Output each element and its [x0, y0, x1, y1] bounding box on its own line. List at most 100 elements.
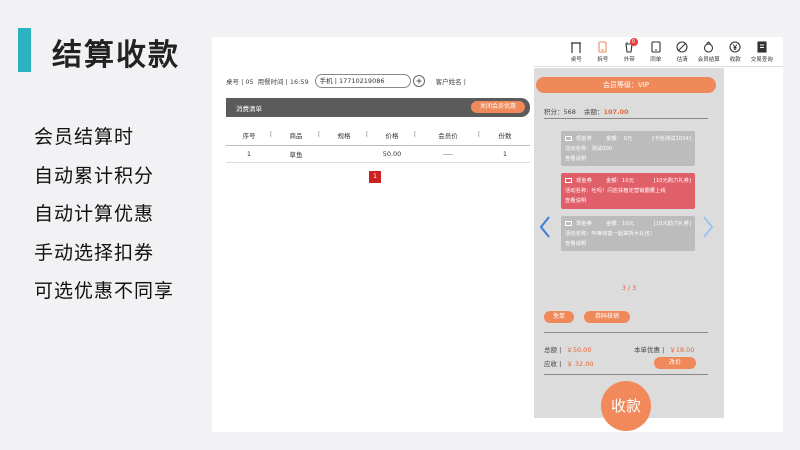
feature-list: 会员结算时 自动累计积分 自动计算优惠 手动选择扣券 可选优惠不同享 — [34, 118, 174, 311]
row-price: 50.00 — [382, 150, 402, 158]
yen-icon — [729, 40, 741, 54]
table-header-row: 序号 商品 规格 价格 会员价 份数 — [226, 128, 530, 146]
coupon-detail-link[interactable]: 查看说明 — [565, 239, 691, 249]
coupon-amount: 金额：10元 — [606, 178, 634, 184]
balance-value: 107.00 — [603, 108, 629, 116]
coupon-activity: 活动名称：呼唤钱盒一起来拆大礼包！ — [565, 231, 656, 237]
consumption-table: 序号 商品 规格 价格 会员价 份数 1 草鱼 50.00 ---- 1 — [226, 128, 530, 163]
coupon-activity: 活动名称：吐吗！闪店扶植定营销霸腰上线 — [565, 188, 666, 194]
coupon-verify-button[interactable]: 券码核销 — [584, 311, 630, 323]
member-panel: 会员等级：VIP 积分：568 余额：107.00 现金券 金额： 0元 [卡包测试… — [534, 68, 724, 431]
balance-label: 余额： — [584, 108, 604, 116]
top-toolbar: 桌号 拆号 0 外带 同单 估清 会员结算 收款 交易查询 — [563, 38, 775, 64]
toolbar-divider — [534, 66, 783, 67]
ticket-icon — [565, 178, 572, 183]
list-title: 消费清单 — [236, 105, 262, 113]
due-line: 应收 | ￥ 32.00 — [544, 358, 594, 368]
feature-item: 手动选择扣券 — [34, 241, 155, 264]
discount-value: ￥18.00 — [669, 346, 695, 354]
coupon-type: 现金券 — [576, 221, 592, 227]
points-text: 积分：568 — [544, 108, 576, 116]
coupon-type: 现金券 — [576, 178, 592, 184]
toolbar-member-checkout-button[interactable]: 会员结算 — [696, 38, 723, 64]
coupon-card[interactable]: 现金券 金额： 0元 [卡包测试1024] 活动名称：测试000 查看说明 — [561, 131, 695, 166]
coupon-next-button[interactable] — [702, 215, 714, 243]
ban-icon — [676, 40, 688, 54]
row-index: 1 — [246, 150, 252, 158]
dining-time: 用餐时间 | 16:59 — [257, 78, 309, 86]
title-accent-bar — [18, 28, 31, 72]
toolbar-label: 同单 — [650, 57, 662, 63]
phone-icon — [598, 40, 607, 54]
chevron-left-icon — [539, 216, 550, 238]
coupon-prev-button[interactable] — [539, 215, 551, 243]
toolbar-label: 估清 — [676, 57, 688, 63]
toolbar-label: 收款 — [729, 57, 741, 63]
discount-line: 本单优惠 | ￥18.00 — [634, 344, 694, 354]
toolbar-label: 外带 — [623, 57, 635, 63]
coupon-tag: [卡包测试1024] — [652, 136, 691, 142]
header-quantity: 份数 — [498, 132, 512, 140]
feature-item: 可选优惠不同享 — [34, 280, 175, 302]
row-product: 草鱼 — [289, 151, 303, 159]
divider — [544, 118, 708, 119]
toolbar-takeout-button[interactable]: 0 外带 — [616, 38, 643, 64]
header-index: 序号 — [226, 130, 273, 140]
row-member-price: ---- — [443, 150, 453, 158]
coupon-activity: 活动名称：测试000 — [565, 146, 613, 152]
discount-label: 本单优惠 | — [634, 346, 665, 354]
due-label: 应收 | — [544, 360, 562, 368]
toolbar-transaction-query-button[interactable]: 交易查询 — [749, 38, 776, 64]
page-number-button[interactable]: 1 — [369, 171, 381, 183]
close-vip-discount-button[interactable]: 关闭会员优惠 — [471, 101, 525, 113]
total-line: 总额 | ￥50.00 — [544, 344, 591, 354]
phone-input[interactable]: 手机 | 17710219086 — [314, 74, 411, 88]
customer-name-label: 客户姓名 | — [435, 78, 466, 86]
order-info-line: 桌号 | 05 用餐时间 | 16:59 手机 | 17710219086 客户… — [226, 74, 466, 88]
chevron-right-icon — [703, 216, 714, 238]
toolbar-merge-button[interactable]: 同单 — [643, 38, 670, 64]
coupon-detail-link[interactable]: 查看说明 — [565, 154, 691, 164]
ticket-icon — [565, 136, 572, 141]
collect-payment-button[interactable]: 收款 — [601, 381, 651, 431]
total-label: 总额 | — [544, 346, 562, 354]
table-row[interactable]: 1 草鱼 50.00 ---- 1 — [226, 146, 530, 163]
search-member-button[interactable] — [412, 75, 425, 87]
feature-item: 自动计算优惠 — [34, 203, 155, 225]
coupon-type: 现金券 — [576, 136, 592, 142]
bag-icon — [703, 40, 714, 54]
ticket-icon — [565, 221, 572, 226]
takeout-badge: 0 — [629, 38, 638, 46]
coupon-card[interactable]: 现金券 金额：10元 [10元助力礼券] 活动名称：呼唤钱盒一起来拆大礼包！ 查看说… — [561, 216, 695, 251]
divider — [544, 332, 708, 333]
coupon-pager: 3 / 3 — [621, 284, 637, 292]
change-price-button[interactable]: 改价 — [654, 357, 696, 369]
header-member-price: 会员价 — [416, 130, 480, 140]
toolbar-label: 拆号 — [597, 57, 609, 63]
total-value: ￥50.00 — [566, 346, 592, 354]
toolbar-table-button[interactable]: 桌号 — [563, 38, 590, 64]
row-quantity: 1 — [502, 150, 508, 158]
divider — [544, 374, 708, 375]
header-price: 价格 — [368, 130, 417, 140]
coupon-tag: [10元购力礼券] — [653, 178, 691, 184]
due-value: ￥ 32.00 — [566, 360, 594, 368]
pos-screenshot-panel: 桌号 拆号 0 外带 同单 估清 会员结算 收款 交易查询 桌号 | 05 用餐… — [212, 37, 783, 432]
table-icon — [570, 40, 582, 54]
consumption-list-header: 消费清单 关闭会员优惠 — [226, 98, 530, 117]
feature-item: 自动累计积分 — [34, 164, 155, 187]
header-spec: 规格 — [320, 130, 369, 140]
toolbar-label: 交易查询 — [750, 57, 773, 63]
coupon-amount: 金额： 0元 — [606, 136, 633, 142]
toolbar-collect-button[interactable]: 收款 — [722, 38, 749, 64]
free-order-button[interactable]: 免单 — [544, 311, 574, 323]
coupon-amount: 金额：10元 — [606, 221, 634, 227]
coupon-detail-link[interactable]: 查看说明 — [565, 196, 691, 206]
table-number: 桌号 | 05 — [226, 78, 254, 86]
toolbar-label: 桌号 — [570, 57, 582, 63]
toolbar-soldout-button[interactable]: 估清 — [669, 38, 696, 64]
tablet-icon — [651, 40, 661, 54]
coupon-card-selected[interactable]: 现金券 金额：10元 [10元购力礼券] 活动名称：吐吗！闪店扶植定营销霸腰上线 查… — [561, 173, 695, 209]
member-level-badge: 会员等级：VIP — [536, 77, 716, 93]
toolbar-split-button[interactable]: 拆号 — [590, 38, 617, 64]
